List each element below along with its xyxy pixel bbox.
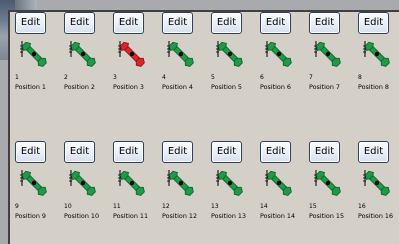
position-label: Position 3 (113, 83, 144, 91)
position-tile: Edit 4 Position 4 (159, 12, 208, 112)
position-label: Position 15 (309, 212, 345, 220)
position-label: Position 14 (260, 212, 296, 220)
edit-button[interactable]: Edit (15, 141, 46, 163)
position-label: Position 4 (162, 83, 193, 91)
edit-button[interactable]: Edit (64, 12, 95, 34)
position-number: 11 (113, 203, 121, 210)
wrench-tool-icon[interactable] (118, 168, 146, 198)
wrench-tool-icon[interactable] (69, 168, 97, 198)
position-label: Position 5 (211, 83, 242, 91)
position-label: Position 8 (358, 83, 389, 91)
position-number: 10 (64, 203, 72, 210)
position-tile: Edit 1 Position 1 (12, 12, 61, 112)
position-number: 14 (260, 203, 268, 210)
wrench-tool-icon[interactable] (216, 168, 244, 198)
wrench-tool-icon[interactable] (363, 39, 391, 69)
position-label: Position 1 (15, 83, 46, 91)
wrench-tool-icon[interactable] (118, 39, 146, 69)
position-label: Position 7 (309, 83, 340, 91)
edit-button[interactable]: Edit (113, 12, 144, 34)
position-number: 2 (64, 74, 68, 81)
position-label: Position 11 (113, 212, 149, 220)
position-number: 3 (113, 74, 117, 81)
position-number: 1 (15, 74, 19, 81)
position-tile: Edit 10 Position 10 (61, 141, 110, 241)
position-label: Position 16 (358, 212, 394, 220)
position-number: 15 (309, 203, 317, 210)
position-tile: Edit 7 Position 7 (306, 12, 355, 112)
position-tile: Edit 15 Position 15 (306, 141, 355, 241)
edit-button[interactable]: Edit (358, 141, 389, 163)
position-tile: Edit 3 Position 3 (110, 12, 159, 112)
position-label: Position 2 (64, 83, 95, 91)
wrench-tool-icon[interactable] (265, 168, 293, 198)
position-number: 5 (211, 74, 215, 81)
position-tile: Edit 2 Position 2 (61, 12, 110, 112)
wrench-tool-icon[interactable] (363, 168, 391, 198)
position-tile: Edit 14 Position 14 (257, 141, 306, 241)
position-tile: Edit 9 Position 9 (12, 141, 61, 241)
position-number: 9 (15, 203, 19, 210)
edit-button[interactable]: Edit (260, 141, 291, 163)
edit-button[interactable]: Edit (162, 12, 193, 34)
position-number: 6 (260, 74, 264, 81)
edit-button[interactable]: Edit (358, 12, 389, 34)
wrench-tool-icon[interactable] (20, 168, 48, 198)
position-number: 7 (309, 74, 313, 81)
position-label: Position 6 (260, 83, 291, 91)
wrench-tool-icon[interactable] (216, 39, 244, 69)
wrench-tool-icon[interactable] (20, 39, 48, 69)
edit-button[interactable]: Edit (211, 12, 242, 34)
position-label: Position 12 (162, 212, 198, 220)
position-label: Position 10 (64, 212, 100, 220)
position-tile: Edit 6 Position 6 (257, 12, 306, 112)
background-image-strip (15, 0, 37, 10)
position-tile: Edit 5 Position 5 (208, 12, 257, 112)
edit-button[interactable]: Edit (211, 141, 242, 163)
wrench-tool-icon[interactable] (314, 39, 342, 69)
position-number: 13 (211, 203, 219, 210)
position-number: 16 (358, 203, 366, 210)
edit-button[interactable]: Edit (113, 141, 144, 163)
wrench-tool-icon[interactable] (167, 39, 195, 69)
position-number: 12 (162, 203, 170, 210)
wrench-tool-icon[interactable] (69, 39, 97, 69)
position-label: Position 9 (15, 212, 46, 220)
position-tile: Edit 12 Position 12 (159, 141, 208, 241)
wrench-tool-icon[interactable] (167, 168, 195, 198)
edit-button[interactable]: Edit (64, 141, 95, 163)
wrench-tool-icon[interactable] (314, 168, 342, 198)
position-number: 4 (162, 74, 166, 81)
position-number: 8 (358, 74, 362, 81)
edit-button[interactable]: Edit (162, 141, 193, 163)
position-tile: Edit 16 Position 16 (355, 141, 399, 241)
position-tile: Edit 8 Position 8 (355, 12, 399, 112)
edit-button[interactable]: Edit (15, 12, 46, 34)
edit-button[interactable]: Edit (309, 12, 340, 34)
wrench-tool-icon[interactable] (265, 39, 293, 69)
position-tile: Edit 11 Position 11 (110, 141, 159, 241)
edit-button[interactable]: Edit (309, 141, 340, 163)
position-tile: Edit 13 Position 13 (208, 141, 257, 241)
position-label: Position 13 (211, 212, 247, 220)
tool-positions-panel: Edit 1 Position 1 Edit 2 Position 2 Edit 3 Posit… (8, 10, 399, 244)
edit-button[interactable]: Edit (260, 12, 291, 34)
